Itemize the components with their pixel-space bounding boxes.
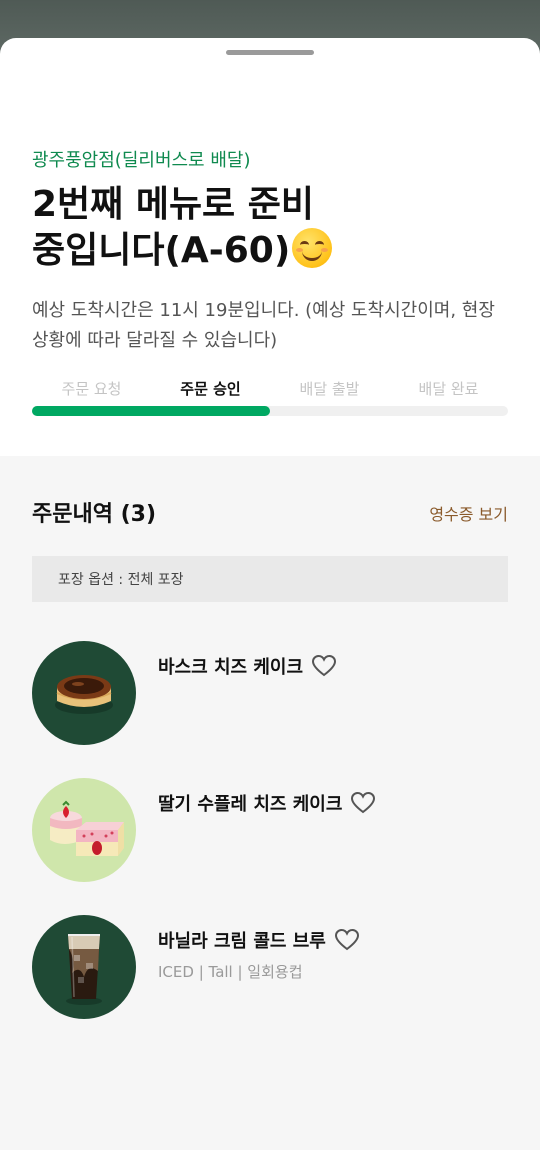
order-status-title: 2번째 메뉴로 준비 중입니다(A-60) [32,182,512,274]
order-item-name-wrap: 딸기 수플레 치즈 케이크 [158,790,376,816]
order-item-name-wrap: 바스크 치즈 케이크 [158,653,337,679]
status-title-line-1: 2번째 메뉴로 준비 [32,184,314,225]
order-item-name-wrap: 바닐라 크림 콜드 브루 [158,927,360,953]
strawberry-souffle-cheesecake-image [32,778,136,882]
estimated-arrival-text: 예상 도착시간은 11시 19분입니다. (예상 도착시간이며, 현장 상황에 … [32,300,495,351]
vanilla-cream-cold-brew-image [32,915,136,1019]
order-progress-steps: 주문 요청 주문 승인 배달 출발 배달 완료 [32,378,508,399]
order-item[interactable]: 바닐라 크림 콜드 브루 ICED | Tall | 일회용컵 [32,915,508,1021]
view-receipt-link[interactable]: 영수증 보기 [429,501,508,525]
order-details-section: 주문내역 (3) 영수증 보기 포장 옵션 : 전체 포장 바스크 치즈 케이크 [0,456,540,1150]
heart-icon[interactable] [334,928,360,952]
packing-option-text: 포장 옵션 : 전체 포장 [58,572,184,588]
basque-cheesecake-image [32,641,136,745]
drag-handle[interactable] [226,50,314,55]
step-order-approved: 주문 승인 [180,380,241,398]
store-name: 광주풍암점(딜리버스로 배달) [32,150,251,171]
smiling-face-icon [292,228,333,268]
heart-icon[interactable] [311,654,337,678]
status-title-line-2-wrap: 중입니다(A-60) [32,228,512,274]
order-item-option: ICED | Tall | 일회용컵 [158,963,303,981]
order-item-name: 바닐라 크림 콜드 브루 [158,931,326,952]
packing-option-box: 포장 옵션 : 전체 포장 [32,556,508,602]
progress-fill [32,406,270,416]
order-status-sheet: 광주풍암점(딜리버스로 배달) 2번째 메뉴로 준비 중입니다(A-60) 예상… [0,38,540,1150]
order-details-title: 주문내역 (3) [32,502,157,527]
order-item-name: 딸기 수플레 치즈 케이크 [158,794,343,815]
step-order-requested: 주문 요청 [61,380,122,398]
status-title-line-2: 중입니다(A-60) [32,230,291,271]
order-item[interactable]: 바스크 치즈 케이크 [32,641,508,747]
step-delivery-started: 배달 출발 [299,380,360,398]
heart-icon[interactable] [350,791,376,815]
order-item-name: 바스크 치즈 케이크 [158,657,304,678]
order-item[interactable]: 딸기 수플레 치즈 케이크 [32,778,508,884]
step-delivery-completed: 배달 완료 [418,380,479,398]
progress-track [32,406,508,416]
